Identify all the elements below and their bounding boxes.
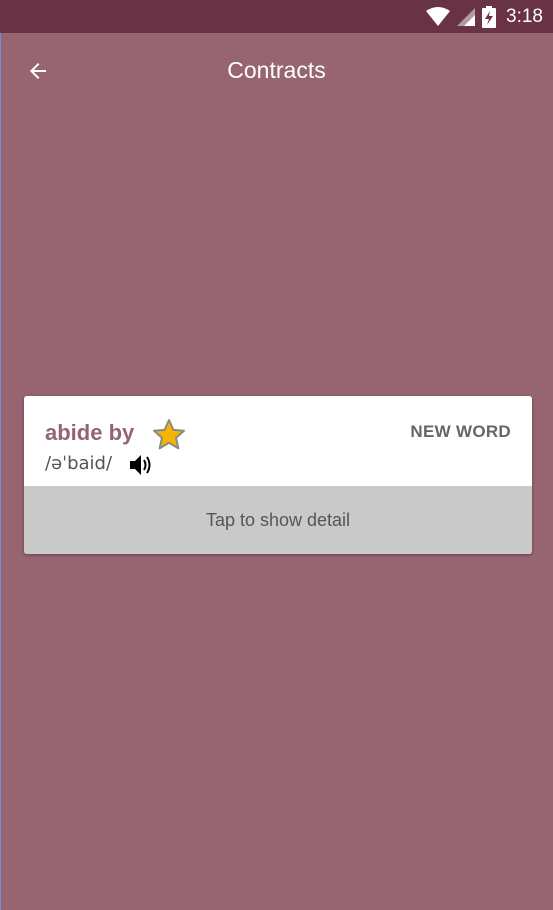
word-label: abide by: [45, 420, 135, 445]
status-bar: 3:18: [0, 0, 553, 33]
left-edge-line: [0, 33, 1, 910]
word-card-header: abide by NEW WORD /əˈbaid/: [24, 396, 532, 486]
phonetic-label: /əˈbaid/: [45, 453, 113, 474]
star-icon[interactable]: [152, 418, 186, 452]
tap-to-show-detail-button[interactable]: Tap to show detail: [24, 486, 532, 554]
status-icons: 3:18: [426, 0, 543, 33]
speaker-icon[interactable]: [128, 452, 154, 478]
status-time: 3:18: [506, 5, 543, 27]
battery-charging-icon: [482, 5, 497, 28]
signal-icon: [457, 7, 476, 26]
new-word-badge: NEW WORD: [410, 422, 511, 441]
page-title: Contracts: [227, 57, 326, 83]
word-card[interactable]: abide by NEW WORD /əˈbaid/ Tap to show d…: [24, 396, 532, 554]
app-bar: Contracts: [0, 33, 553, 109]
wifi-icon: [426, 6, 451, 26]
